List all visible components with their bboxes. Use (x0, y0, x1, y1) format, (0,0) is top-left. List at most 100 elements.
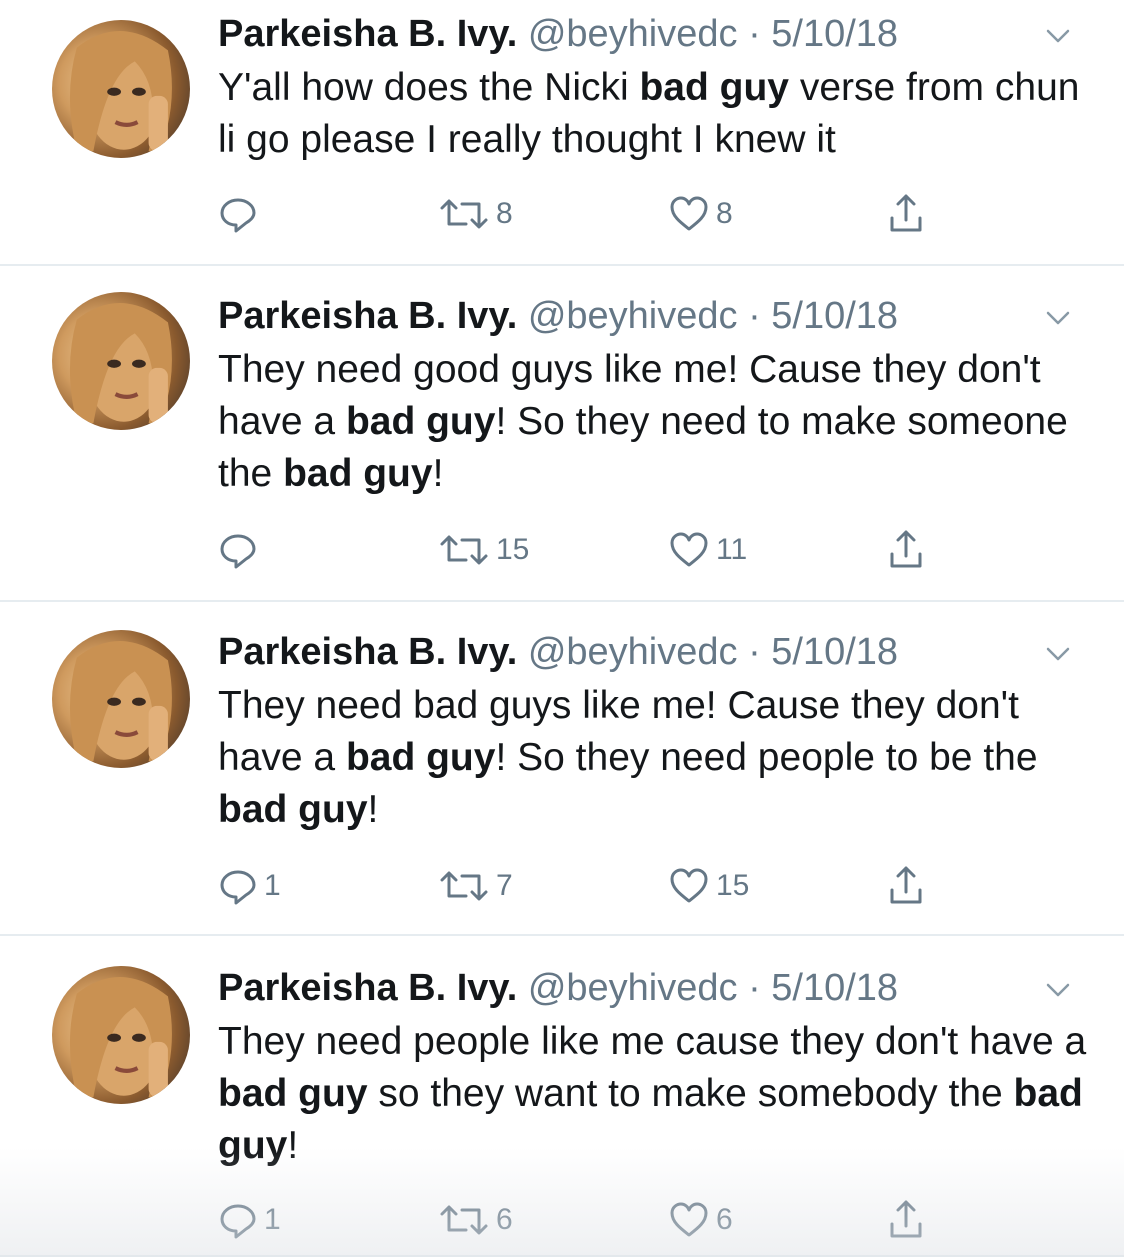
tweet[interactable]: Parkeisha B. Ivy. @beyhivedc · 5/10/18 T… (0, 936, 1124, 1257)
share-icon (890, 530, 922, 568)
tweet-date[interactable]: 5/10/18 (771, 631, 898, 673)
reply-button[interactable] (218, 520, 264, 580)
like-button[interactable]: 8 (668, 184, 733, 244)
handle[interactable]: @beyhivedc (528, 13, 738, 55)
tweet-text-bold: bad guy (345, 736, 496, 779)
like-button[interactable]: 15 (668, 856, 749, 916)
retweet-icon (440, 199, 488, 229)
chevron-down-icon[interactable] (1040, 22, 1076, 50)
heart-icon (670, 868, 708, 903)
retweet-button[interactable]: 15 (438, 520, 529, 580)
tweet-text: They need bad guys like me! Cause they d… (218, 680, 1098, 836)
tweet-date[interactable]: 5/10/18 (771, 295, 898, 337)
avatar[interactable] (52, 20, 190, 158)
reply-icon (220, 198, 256, 233)
tweet[interactable]: Parkeisha B. Ivy. @beyhivedc · 5/10/18 T… (0, 266, 1124, 602)
chevron-down-icon[interactable] (1040, 640, 1076, 668)
tweet-text-bold: bad guy (283, 452, 433, 495)
retweet-button[interactable]: 6 (438, 1190, 513, 1250)
tweet-text-segment: They need people like me cause they don'… (218, 1020, 1087, 1063)
tweet-text-bold: bad guy (218, 788, 368, 831)
reply-button[interactable]: 1 (218, 856, 281, 916)
reply-button[interactable]: 1 (218, 1190, 281, 1250)
tweet-header: Parkeisha B. Ivy. @beyhivedc · 5/10/18 (218, 294, 898, 338)
retweet-icon (440, 535, 488, 565)
tweet[interactable]: Parkeisha B. Ivy. @beyhivedc · 5/10/18 Y… (0, 0, 1124, 266)
heart-icon (670, 1202, 708, 1237)
reply-icon (220, 534, 256, 569)
separator: · (748, 631, 761, 673)
tweet-actions: 1 7 15 (0, 856, 1124, 916)
avatar-photo (69, 31, 172, 152)
separator: · (748, 295, 761, 337)
avatar[interactable] (52, 292, 190, 430)
tweet-text: They need people like me cause they don'… (218, 1016, 1098, 1172)
share-icon (890, 194, 922, 232)
like-count: 11 (716, 533, 748, 566)
tweet-text-bold: bad guy (218, 1072, 368, 1115)
retweet-count: 8 (496, 197, 513, 230)
retweet-button[interactable]: 8 (438, 184, 513, 244)
tweet[interactable]: Parkeisha B. Ivy. @beyhivedc · 5/10/18 T… (0, 602, 1124, 936)
tweet-header: Parkeisha B. Ivy. @beyhivedc · 5/10/18 (218, 630, 898, 674)
retweet-button[interactable]: 7 (438, 856, 513, 916)
separator: · (748, 967, 761, 1009)
tweet-text-segment: Y'all how does the Nicki (218, 66, 640, 109)
share-button[interactable] (886, 1190, 926, 1250)
tweet-header: Parkeisha B. Ivy. @beyhivedc · 5/10/18 (218, 966, 898, 1010)
retweet-icon (440, 1205, 488, 1235)
share-button[interactable] (886, 520, 926, 580)
tweet-header: Parkeisha B. Ivy. @beyhivedc · 5/10/18 (218, 12, 898, 56)
retweet-count: 7 (496, 869, 513, 902)
display-name[interactable]: Parkeisha B. Ivy. (218, 631, 517, 673)
handle[interactable]: @beyhivedc (528, 967, 738, 1009)
retweet-icon (440, 871, 488, 901)
tweet-feed: Parkeisha B. Ivy. @beyhivedc · 5/10/18 Y… (0, 0, 1124, 1257)
chevron-down-icon[interactable] (1040, 976, 1076, 1004)
retweet-count: 15 (496, 533, 530, 566)
handle[interactable]: @beyhivedc (528, 631, 738, 673)
chevron-down-icon[interactable] (1040, 304, 1076, 332)
like-count: 8 (716, 197, 733, 230)
avatar[interactable] (52, 966, 190, 1104)
heart-icon (670, 532, 708, 567)
display-name[interactable]: Parkeisha B. Ivy. (218, 967, 517, 1009)
separator: · (748, 13, 761, 55)
reply-icon (220, 1204, 256, 1239)
share-button[interactable] (886, 184, 926, 244)
tweet-text-segment: so they want to make somebody the (367, 1072, 1014, 1115)
like-count: 15 (716, 869, 750, 902)
avatar-photo (69, 641, 172, 762)
share-button[interactable] (886, 856, 926, 916)
like-button[interactable]: 6 (668, 1190, 733, 1250)
tweet-text-bold: bad guy (345, 400, 496, 443)
display-name[interactable]: Parkeisha B. Ivy. (218, 13, 517, 55)
tweet-text: They need good guys like me! Cause they … (218, 344, 1098, 500)
tweet-text: Y'all how does the Nicki bad guy verse f… (218, 62, 1098, 166)
heart-icon (670, 196, 708, 231)
tweet-date[interactable]: 5/10/18 (771, 13, 898, 55)
reply-count: 1 (264, 1203, 281, 1236)
tweet-text-bold: bad guy (639, 66, 789, 109)
share-icon (890, 1200, 922, 1238)
like-button[interactable]: 11 (668, 520, 747, 580)
tweet-date[interactable]: 5/10/18 (771, 967, 898, 1009)
reply-button[interactable] (218, 184, 264, 244)
reply-count: 1 (264, 869, 281, 902)
avatar[interactable] (52, 630, 190, 768)
tweet-actions: 1 6 6 (0, 1190, 1124, 1250)
tweet-text-segment: ! (432, 452, 444, 495)
avatar-photo (69, 303, 172, 424)
handle[interactable]: @beyhivedc (528, 295, 738, 337)
avatar-photo (69, 977, 172, 1098)
tweet-text-segment: ! So they need people to be the (495, 736, 1038, 779)
tweet-actions: 15 11 (0, 520, 1124, 580)
tweet-actions: 8 8 (0, 184, 1124, 244)
like-count: 6 (716, 1203, 733, 1236)
tweet-text-segment: ! (367, 788, 379, 831)
share-icon (890, 866, 922, 904)
reply-icon (220, 870, 256, 905)
tweet-text-segment: ! (287, 1124, 299, 1167)
retweet-count: 6 (496, 1203, 513, 1236)
display-name[interactable]: Parkeisha B. Ivy. (218, 295, 517, 337)
